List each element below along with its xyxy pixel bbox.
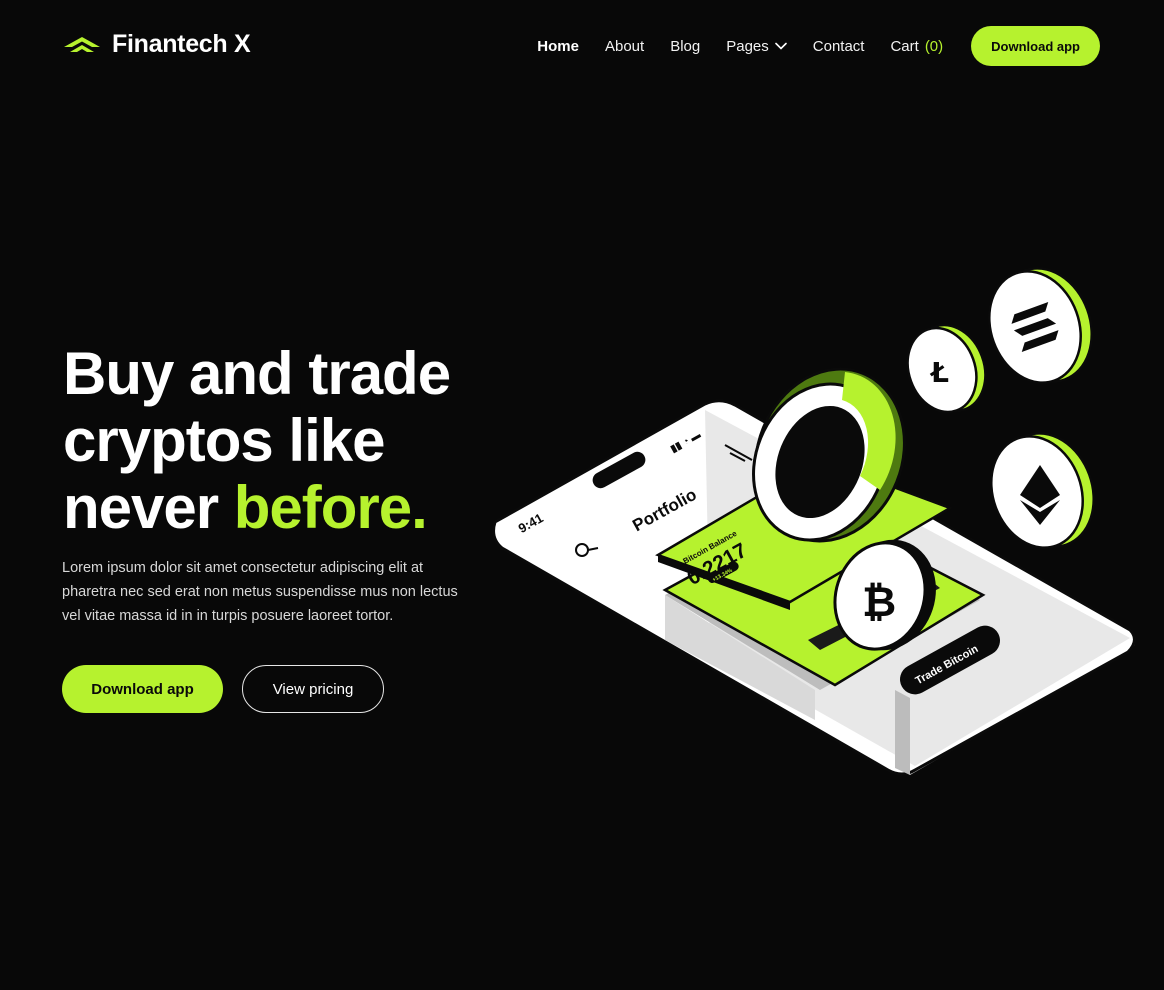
hero-title-line-3-prefix: never bbox=[63, 474, 234, 541]
hero-title-line-1: Buy and trade bbox=[63, 340, 451, 407]
hero-title: Buy and trade cryptos like never before. bbox=[63, 340, 451, 541]
main-menu: Home About Blog Pages Contact Cart (0) Do… bbox=[537, 26, 1100, 66]
bitcoin-icon: ₿ bbox=[862, 577, 896, 626]
hero-title-accent: before. bbox=[233, 474, 428, 541]
hero-download-button[interactable]: Download app bbox=[62, 665, 223, 713]
nav-link-about[interactable]: About bbox=[605, 38, 644, 55]
cart-count: (0) bbox=[924, 37, 944, 55]
logo-icon bbox=[64, 36, 100, 52]
brand-logo[interactable]: Finantech X bbox=[62, 30, 251, 59]
nav-link-blog[interactable]: Blog bbox=[670, 38, 700, 55]
chevron-down-icon bbox=[774, 42, 787, 50]
hero-illustration: ▮▮ ◔ ▬ 9:41 Portfolio Bitcoin Balance 0.… bbox=[492, 267, 1136, 776]
hero-title-line-2: cryptos like bbox=[63, 407, 385, 474]
navbar: Finantech X Home About Blog Pages Contac… bbox=[0, 0, 1164, 92]
nav-link-pages[interactable]: Pages bbox=[726, 38, 787, 55]
nav-link-home[interactable]: Home bbox=[537, 38, 579, 55]
nav-link-contact[interactable]: Contact bbox=[813, 38, 865, 55]
hero-description: Lorem ipsum dolor sit amet consectetur a… bbox=[62, 560, 458, 624]
nav-download-button[interactable]: Download app bbox=[971, 26, 1100, 66]
cart-label: Cart bbox=[890, 37, 919, 55]
svg-text:Ł: Ł bbox=[929, 356, 949, 389]
svg-text:₿: ₿ bbox=[862, 577, 896, 626]
litecoin-icon: Ł bbox=[929, 356, 949, 389]
brand-name: Finantech X bbox=[112, 30, 251, 58]
nav-link-pages-label: Pages bbox=[726, 37, 769, 55]
view-pricing-button[interactable]: View pricing bbox=[242, 665, 384, 713]
nav-link-cart[interactable]: Cart (0) bbox=[890, 38, 943, 55]
